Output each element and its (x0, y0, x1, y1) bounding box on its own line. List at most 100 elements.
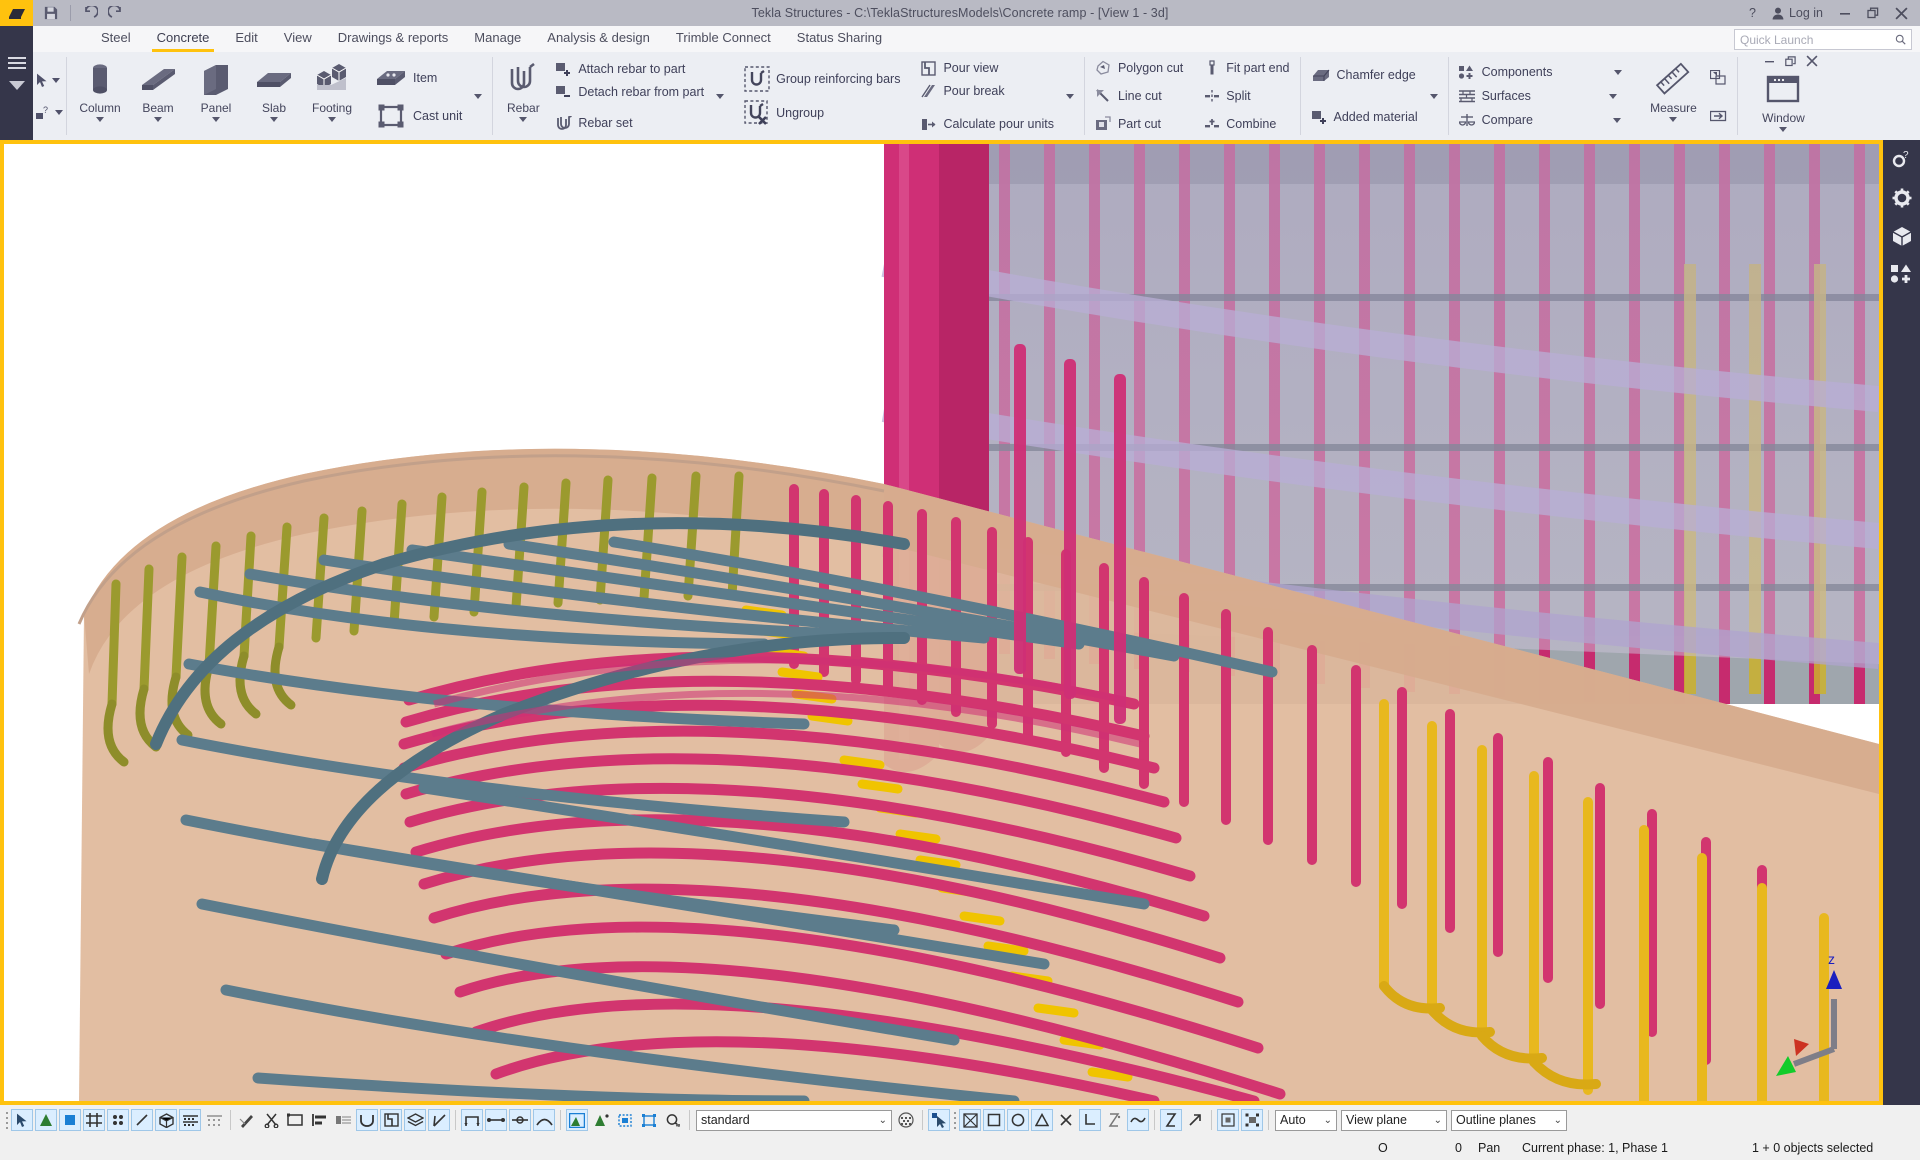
ortho-mid-button[interactable] (509, 1109, 531, 1131)
layers-button[interactable] (404, 1109, 426, 1131)
tab-concrete[interactable]: Concrete (144, 26, 223, 52)
chevron-down-icon[interactable] (1608, 93, 1617, 99)
chevron-down-icon[interactable] (1614, 69, 1623, 75)
select-part-button[interactable] (983, 1109, 1005, 1131)
surfaces-button[interactable]: Surfaces (1455, 85, 1633, 107)
chevron-down-icon[interactable] (1065, 93, 1074, 99)
cut-scissors-button[interactable] (260, 1109, 282, 1131)
select-box-button[interactable] (638, 1109, 660, 1131)
gear-icon[interactable] (1889, 185, 1915, 211)
tab-manage[interactable]: Manage (461, 26, 534, 52)
u-shape-snap-button[interactable] (356, 1109, 378, 1131)
copy-object-button[interactable] (1706, 67, 1731, 89)
search-input[interactable] (1740, 32, 1895, 47)
chevron-down-icon[interactable] (212, 117, 220, 122)
part-cut-button[interactable]: Part cut (1091, 113, 1187, 135)
chevron-down-icon[interactable]: ⌄ (1324, 1115, 1332, 1126)
save-button[interactable] (39, 2, 63, 24)
cast-unit-button[interactable]: Cast unit (371, 104, 466, 128)
panel-button[interactable]: Panel (187, 52, 245, 140)
select-triangle-button[interactable] (1031, 1109, 1053, 1131)
extend-snap-button[interactable] (332, 1109, 354, 1131)
select-cross-button[interactable] (1055, 1109, 1077, 1131)
snap-nearest-button[interactable] (236, 1109, 258, 1131)
menu-icon[interactable] (7, 57, 26, 72)
chevron-down-icon[interactable] (328, 117, 336, 122)
footing-button[interactable]: Footing (303, 52, 361, 140)
measure-button[interactable]: Measure (1642, 52, 1704, 140)
rebar-button[interactable]: Rebar (497, 52, 549, 140)
select-filter-button[interactable]: ? (36, 105, 66, 120)
align-snap-button[interactable] (308, 1109, 330, 1131)
outline-planes-combo[interactable]: Outline planes ⌄ (1451, 1109, 1567, 1131)
transparency-button[interactable] (895, 1109, 917, 1131)
settings-combo[interactable]: standard ⌄ (696, 1109, 892, 1131)
components-button[interactable]: Components (1455, 61, 1633, 83)
item-button[interactable]: Item (371, 67, 466, 89)
select-arrow-button[interactable] (11, 1109, 33, 1131)
point-view-button[interactable] (590, 1109, 612, 1131)
auto-combo[interactable]: Auto ⌄ (1275, 1109, 1337, 1131)
components-icon[interactable] (1889, 261, 1915, 287)
restore-button[interactable] (1860, 0, 1886, 26)
chevron-down-icon[interactable] (1669, 117, 1678, 122)
added-material-button[interactable]: Added material (1307, 106, 1422, 128)
polygon-cut-button[interactable]: Polygon cut (1091, 57, 1187, 79)
fit-part-end-button[interactable]: Fit part end (1199, 57, 1293, 79)
login-button[interactable]: Log in (1765, 0, 1830, 26)
tab-analysis-design[interactable]: Analysis & design (534, 26, 663, 52)
ortho-step-button[interactable] (461, 1109, 483, 1131)
combine-button[interactable]: Combine (1199, 113, 1293, 135)
chevron-down-icon[interactable] (1779, 127, 1788, 132)
chevron-down-icon[interactable] (519, 117, 528, 122)
cube-icon[interactable] (1889, 223, 1915, 249)
chevron-down-icon[interactable]: ⌄ (1434, 1115, 1442, 1126)
select-all-button[interactable] (959, 1109, 981, 1131)
chamfer-edge-button[interactable]: Chamfer edge (1307, 64, 1422, 86)
view-plane-combo[interactable]: View plane ⌄ (1341, 1109, 1447, 1131)
compare-button[interactable]: Compare (1455, 109, 1633, 131)
chevron-down-icon[interactable] (96, 117, 104, 122)
help-button[interactable]: ? (1742, 0, 1763, 26)
tab-status-sharing[interactable]: Status Sharing (784, 26, 895, 52)
snap-points-button[interactable] (107, 1109, 129, 1131)
pour-view-button[interactable]: Pour view (916, 57, 1057, 79)
pour-view-toggle-button[interactable] (380, 1109, 402, 1131)
snap-solid-button[interactable] (155, 1109, 177, 1131)
select-arrow-up-button[interactable] (1184, 1109, 1206, 1131)
chevron-down-icon[interactable] (270, 117, 278, 122)
close-button[interactable] (1888, 0, 1914, 26)
select-corner-button[interactable] (1079, 1109, 1101, 1131)
split-button[interactable]: Split (1199, 85, 1293, 107)
select-hourglass-dot-button[interactable] (1103, 1109, 1125, 1131)
select-region-button[interactable] (614, 1109, 636, 1131)
snap-square-button[interactable] (59, 1109, 81, 1131)
mdi-close-button[interactable] (1806, 54, 1818, 72)
detach-rebar-from-part-button[interactable]: Detach rebar from part (551, 81, 708, 103)
ortho-arc-button[interactable] (533, 1109, 555, 1131)
tab-edit[interactable]: Edit (222, 26, 270, 52)
chevron-down-icon[interactable] (1613, 117, 1622, 123)
minimize-button[interactable] (1832, 0, 1858, 26)
zoom-query-button[interactable] (662, 1109, 684, 1131)
chevron-down-icon[interactable]: ⌄ (1554, 1115, 1562, 1126)
select-box-handles-button[interactable] (1241, 1109, 1263, 1131)
select-objects-button[interactable] (36, 73, 66, 88)
move-object-button[interactable] (1706, 105, 1731, 127)
tab-drawings-reports[interactable]: Drawings & reports (325, 26, 462, 52)
select-hourglass-button[interactable] (1160, 1109, 1182, 1131)
ortho-horizontal-button[interactable] (485, 1109, 507, 1131)
chevron-down-icon[interactable] (154, 117, 162, 122)
snap-grid-sparse-button[interactable] (203, 1109, 225, 1131)
tab-steel[interactable]: Steel (88, 26, 144, 52)
toolbar-grip[interactable] (3, 1109, 10, 1131)
chevron-down-icon[interactable] (474, 93, 483, 99)
angle-snap-button[interactable] (428, 1109, 450, 1131)
select-square-small-button[interactable] (1217, 1109, 1239, 1131)
slab-button[interactable]: Slab (245, 52, 303, 140)
pour-break-button[interactable]: Pour break (916, 80, 1057, 102)
snap-point-button[interactable] (35, 1109, 57, 1131)
tekla-logo[interactable] (0, 0, 33, 26)
gear-question-icon[interactable]: ? (1889, 147, 1915, 173)
beam-button[interactable]: Beam (129, 52, 187, 140)
